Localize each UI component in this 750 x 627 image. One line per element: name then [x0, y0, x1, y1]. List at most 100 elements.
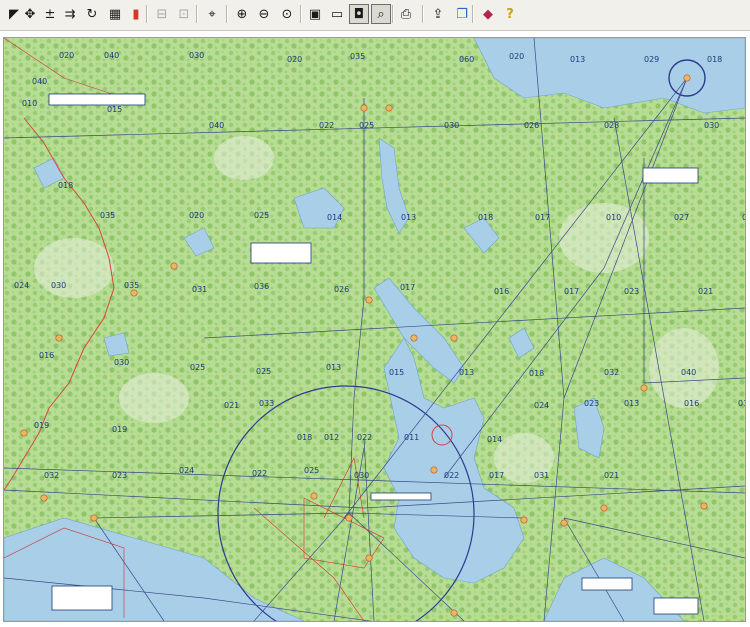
town-marker	[450, 334, 458, 342]
route-fork-button[interactable]: ⇉	[60, 4, 80, 24]
aeronautical-chart[interactable]: 020 040 030 020 035 060 020 013 029 018 040 010 015 0…	[4, 38, 745, 621]
grid-altitude-label: 019	[34, 421, 49, 430]
monitor-view-icon: ▭	[330, 6, 344, 22]
town-marker	[360, 104, 368, 112]
toolbar-separator	[196, 5, 198, 23]
grid-altitude-label: 015	[107, 105, 122, 114]
town-marker	[365, 554, 373, 562]
waypoint-tool-icon: ⌖	[208, 6, 216, 22]
town-marker	[40, 494, 48, 502]
grid-altitude-label: 024	[14, 281, 29, 290]
town-marker	[345, 514, 353, 522]
toolbar-separator	[472, 5, 474, 23]
grid-altitude-label: 040	[32, 77, 47, 86]
grid-table-icon: ▦	[108, 6, 122, 22]
route-fork-icon: ⇉	[64, 6, 76, 22]
export-tool-button[interactable]: ⇪	[428, 4, 448, 24]
monitor-view-button[interactable]: ▭	[327, 4, 347, 24]
grid-altitude-label: 016	[684, 399, 699, 408]
next-page-icon: ⊡	[178, 6, 190, 22]
zoom-in-button[interactable]: ⊕	[232, 4, 252, 24]
grid-altitude-label: 020	[287, 55, 302, 64]
magnifier-view-button[interactable]: ⌕	[371, 4, 391, 24]
grid-altitude-label: 010	[606, 213, 621, 222]
grid-altitude-label: 013	[570, 55, 585, 64]
help-key-icon: ?	[506, 6, 514, 22]
grid-altitude-label: 015	[389, 368, 404, 377]
grid-altitude-label: 030	[189, 51, 204, 60]
ruler-plus-minus-icon: ±	[44, 6, 56, 22]
pan-tool-button[interactable]: ✥	[20, 4, 40, 24]
grid-altitude-label: 023	[584, 399, 599, 408]
grid-altitude-label: 023	[624, 287, 639, 296]
grid-altitude-label: 025	[359, 121, 374, 130]
map-layers-icon: ▮	[132, 6, 140, 22]
toolbar-separator	[300, 5, 302, 23]
grid-altitude-label: 022	[444, 471, 459, 480]
print-tool-button[interactable]: ⎙	[396, 4, 416, 24]
help-key-button[interactable]: ?	[500, 4, 520, 24]
grid-altitude-label: 017	[400, 283, 415, 292]
town-marker	[683, 74, 691, 82]
frame-view-button[interactable]: ◘	[349, 4, 369, 24]
grid-table-button[interactable]: ▦	[105, 4, 125, 24]
grid-altitude-label: 010	[22, 99, 37, 108]
book-icon: ◆	[483, 6, 493, 22]
next-page-button[interactable]: ⊡	[174, 4, 194, 24]
grid-altitude-label: 019	[112, 425, 127, 434]
prev-page-icon: ⊟	[156, 6, 168, 22]
grid-altitude-label: 030	[51, 281, 66, 290]
select-arrow-icon: ◤	[9, 6, 19, 22]
grid-altitude-label: 016	[494, 287, 509, 296]
town-marker	[600, 504, 608, 512]
zoom-fit-button[interactable]: ⊙	[277, 4, 297, 24]
map-layers-button[interactable]: ▮	[126, 4, 146, 24]
grid-altitude-label: 026	[524, 121, 539, 130]
waypoint-tool-button[interactable]: ⌖	[202, 4, 222, 24]
layer-copy-icon: ❐	[456, 6, 468, 22]
grid-altitude-label: 025	[304, 466, 319, 475]
grid-altitude-label: 030	[114, 358, 129, 367]
ruler-plus-minus-button[interactable]: ±	[40, 4, 60, 24]
toolbar-separator	[146, 5, 148, 23]
grid-altitude-label: 017	[489, 471, 504, 480]
toolbar-separator	[226, 5, 228, 23]
grid-altitude-label: 014	[487, 435, 502, 444]
refresh-button[interactable]: ↻	[82, 4, 102, 24]
layer-copy-button[interactable]: ❐	[452, 4, 472, 24]
town-marker	[130, 289, 138, 297]
grid-altitude-label: 031	[534, 471, 549, 480]
grid-altitude-label: 032	[44, 471, 59, 480]
grid-altitude-label: 013	[624, 399, 639, 408]
grid-altitude-label: 018	[58, 181, 73, 190]
town-marker	[90, 514, 98, 522]
town-marker	[365, 296, 373, 304]
town-marker	[410, 334, 418, 342]
full-extent-button[interactable]: ▣	[305, 4, 325, 24]
grid-altitude-label: 022	[252, 469, 267, 478]
toolbar-separator	[392, 5, 394, 23]
grid-altitude-label: 018	[478, 213, 493, 222]
grid-altitude-label: 023	[742, 213, 745, 222]
grid-altitude-label: 040	[209, 121, 224, 130]
zoom-out-button[interactable]: ⊖	[254, 4, 274, 24]
grid-altitude-label: 060	[459, 55, 474, 64]
grid-altitude-label: 028	[604, 121, 619, 130]
grid-altitude-label: 029	[644, 55, 659, 64]
book-button[interactable]: ◆	[478, 4, 498, 24]
grid-altitude-label: 023	[112, 471, 127, 480]
town-marker	[170, 262, 178, 270]
magnifier-view-icon: ⌕	[377, 6, 385, 22]
grid-altitude-label: 040	[681, 368, 696, 377]
prev-page-button[interactable]: ⊟	[152, 4, 172, 24]
grid-altitude-label: 018	[529, 369, 544, 378]
print-tool-icon: ⎙	[400, 6, 412, 22]
town-marker	[55, 334, 63, 342]
grid-altitude-label: 027	[674, 213, 689, 222]
grid-altitude-label: 030	[444, 121, 459, 130]
aeronautical-chart-viewport[interactable]: 020 040 030 020 035 060 020 013 029 018 040 010 015 0…	[3, 37, 746, 622]
frame-view-icon: ◘	[353, 6, 365, 22]
toolbar-separator	[422, 5, 424, 23]
grid-altitude-label: 013	[326, 363, 341, 372]
grid-altitude-label: 033	[259, 399, 274, 408]
